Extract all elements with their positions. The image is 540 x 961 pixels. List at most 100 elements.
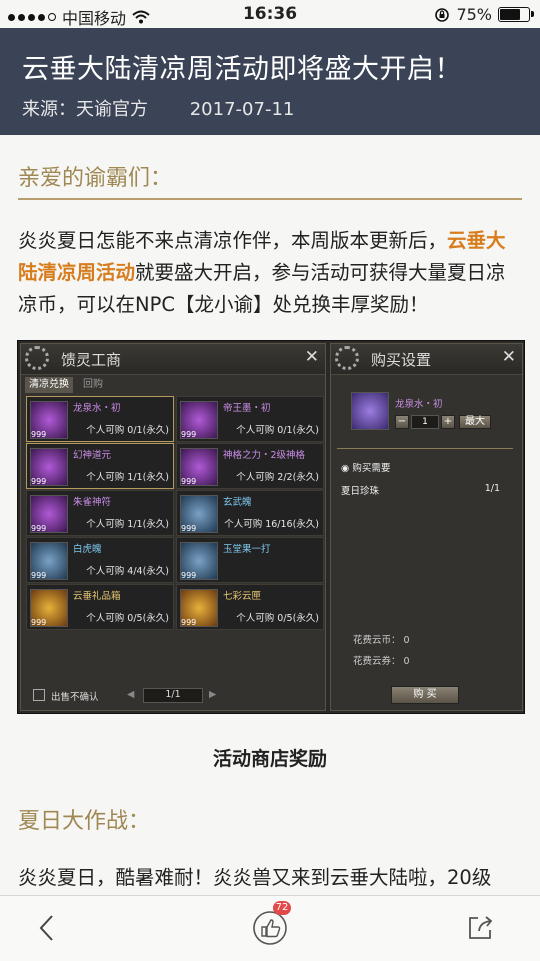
shop-item: 999 云垂礼品箱个人可购 0/5(永久): [26, 584, 174, 630]
item-name: 玄武魄: [223, 497, 252, 508]
shop-item: 999 帝王墨・初个人可购 0/1(永久): [176, 396, 324, 442]
article-date: 2017-07-11: [189, 99, 295, 120]
gift-box-icon: 999: [30, 589, 68, 627]
item-limit: 个人可购 1/1(永久): [86, 472, 169, 483]
like-count-badge: 72: [273, 901, 291, 915]
article-source: 来源：天谕官方: [22, 99, 148, 120]
back-icon[interactable]: [36, 913, 58, 943]
treasure-chest-icon: 999: [180, 589, 218, 627]
jade-fruit-icon: 999: [180, 542, 218, 580]
purchase-title: 购买设置: [371, 351, 432, 369]
item-stock: 999: [181, 477, 197, 486]
tab-exchange: 清凉兑换: [25, 377, 73, 393]
item-stock: 999: [181, 430, 197, 439]
item-stock: 999: [31, 430, 47, 439]
dragon-water-icon: [351, 392, 389, 430]
purchase-panel: 购买设置 ✕ 龙泉水・初 − 1 + 最大 ◉ 购买需要 夏日珍珠 1/1 花费…: [330, 343, 523, 711]
item-name: 朱雀神符: [73, 497, 112, 508]
shop-item: 999 白虎魄个人可购 4/4(永久): [26, 537, 174, 583]
shop-item: 999 玉堂果一打: [176, 537, 324, 583]
article-meta: 来源：天谕官方 2017-07-11: [22, 95, 294, 121]
shop-item: 999 朱雀神符个人可购 1/1(永久): [26, 490, 174, 536]
battery-percent: 75%: [456, 5, 492, 24]
bottom-toolbar: [0, 895, 540, 961]
item-limit: 个人可购 0/5(永久): [236, 613, 319, 624]
close-icon: ✕: [304, 347, 319, 367]
phantom-orb-icon: 999: [30, 448, 68, 486]
confirm-label: 出售不确认: [51, 692, 99, 703]
divider: [337, 448, 513, 449]
tiger-soul-icon: 999: [30, 542, 68, 580]
increase-icon: +: [441, 415, 455, 429]
item-limit: 个人可购 1/1(永久): [86, 519, 169, 530]
shop-item: 999 玄武魄个人可购 16/16(永久): [176, 490, 324, 536]
item-stock: 999: [181, 524, 197, 533]
item-stock: 999: [31, 618, 47, 627]
item-name: 神格之力・2级神格: [223, 450, 306, 461]
confirm-checkbox: [33, 689, 45, 701]
battery-icon: [498, 7, 534, 22]
cost-ticket: 花费云券： 0: [353, 656, 410, 667]
item-stock: 999: [31, 524, 47, 533]
item-limit: 个人可购 2/2(永久): [236, 472, 319, 483]
intro-paragraph: 炎炎夏日怎能不来点清凉作伴，本周版本更新后，云垂大 陆清凉周活动就要盛大开启，参…: [18, 225, 522, 321]
cost-coin: 花费云币： 0: [353, 635, 410, 646]
purchase-item-name: 龙泉水・初: [395, 399, 443, 410]
shop-title: 馈灵工商: [61, 351, 122, 369]
next-page-icon: ▶: [209, 689, 217, 700]
prev-page-icon: ◀: [127, 689, 135, 700]
item-stock: 999: [181, 571, 197, 580]
requirement-label: ◉ 购买需要: [341, 463, 391, 474]
item-stock: 999: [181, 618, 197, 627]
intro-text-1: 炎炎夏日怎能不来点清凉作伴，本周版本更新后，: [18, 229, 448, 252]
section-divider: [18, 198, 522, 200]
gear-icon: [25, 346, 49, 370]
item-limit: 个人可购 0/1(永久): [86, 425, 169, 436]
like-icon[interactable]: [252, 910, 288, 946]
item-limit: 个人可购 0/1(永久): [236, 425, 319, 436]
article-header: 云垂大陆清凉周活动即将盛大开启！ 来源：天谕官方 2017-07-11: [0, 28, 540, 135]
page-indicator: 1/1: [143, 688, 203, 703]
shop-item: 999 神格之力・2级神格个人可购 2/2(永久): [176, 443, 324, 489]
rotation-lock-icon: [435, 7, 450, 22]
item-name: 玉堂果一打: [223, 544, 271, 555]
gear-icon: [335, 346, 359, 370]
status-bar: 中国移动 16:36 75%: [0, 0, 540, 28]
decrease-icon: −: [395, 415, 409, 429]
shop-item: 999 龙泉水・初个人可购 0/1(永久): [26, 396, 174, 442]
item-limit: 个人可购 16/16(永久): [224, 519, 319, 530]
item-stock: 999: [31, 477, 47, 486]
share-icon[interactable]: [466, 912, 496, 942]
dragon-water-icon: 999: [30, 401, 68, 439]
item-limit: 个人可购 0/5(永久): [86, 613, 169, 624]
section-heading: 亲爱的谕霸们：: [18, 166, 173, 191]
intro-text-3: 凉币，可以在NPC【龙小谕】处兑换丰厚奖励！: [18, 293, 429, 316]
item-name: 帝王墨・初: [223, 403, 271, 414]
close-icon: ✕: [501, 347, 516, 367]
item-limit: 个人可购 4/4(永久): [86, 566, 169, 577]
phoenix-talisman-icon: 999: [30, 495, 68, 533]
image-caption: 活动商店奖励: [212, 748, 327, 770]
intro-text-2: 就要盛大开启，参与活动可获得大量夏日凉: [135, 261, 506, 284]
tab-buyback: 回购: [83, 379, 103, 390]
item-name: 白虎魄: [73, 544, 102, 555]
item-name: 七彩云匣: [223, 591, 262, 602]
requirement-item: 夏日珍珠: [341, 486, 380, 497]
tortoise-soul-icon: 999: [180, 495, 218, 533]
max-button: 最大: [459, 415, 491, 429]
shop-panel: 馈灵工商 ✕ 清凉兑换 回购 999 龙泉水・初个人可购 0/1(永久) 999 帝王…: [20, 343, 326, 711]
item-name: 龙泉水・初: [73, 403, 121, 414]
divinity-gem-icon: 999: [180, 448, 218, 486]
shop-screenshot: 馈灵工商 ✕ 清凉兑换 回购 999 龙泉水・初个人可购 0/1(永久) 999 帝王…: [17, 340, 525, 714]
item-name: 云垂礼品箱: [73, 591, 121, 602]
event-link-part1: 云垂大: [447, 229, 506, 252]
quantity-field: 1: [411, 415, 439, 429]
requirement-amount: 1/1: [484, 483, 500, 494]
event-link-part2: 陆清凉周活动: [18, 261, 136, 284]
section2-heading: 夏日大作战：: [18, 809, 151, 834]
shop-item: 999 七彩云匣个人可购 0/5(永久): [176, 584, 324, 630]
shop-item: 999 幻神道元 个人可购 1/1(永久): [26, 443, 174, 489]
section2-paragraph: 炎炎夏日，酷暑难耐！炎炎兽又来到云垂大陆啦，20级: [18, 866, 492, 889]
item-stock: 999: [31, 571, 47, 580]
emperor-ink-icon: 999: [180, 401, 218, 439]
